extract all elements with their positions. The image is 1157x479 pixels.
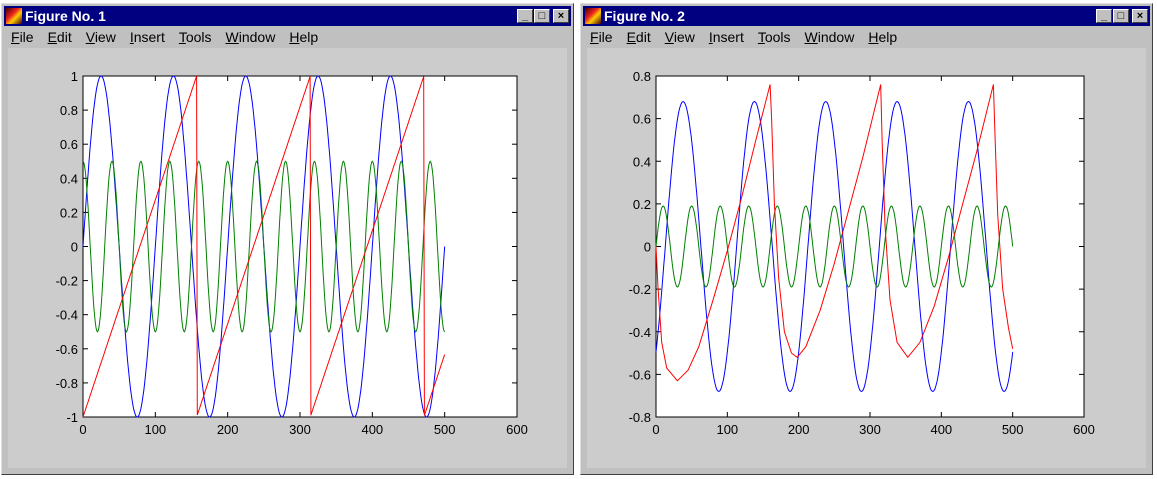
menu-view[interactable]: View — [79, 29, 123, 45]
x-tick-label: 300 — [859, 422, 881, 437]
matlab-icon — [585, 8, 601, 24]
menu-file[interactable]: File — [4, 29, 41, 45]
y-tick-label: 0.6 — [633, 112, 651, 127]
maximize-button[interactable]: □ — [1113, 9, 1129, 23]
menu-insert[interactable]: Insert — [702, 29, 751, 45]
menu-edit[interactable]: Edit — [620, 29, 658, 45]
menu-window[interactable]: Window — [798, 29, 862, 45]
matlab-icon — [6, 8, 22, 24]
minimize-button[interactable]: _ — [517, 9, 533, 23]
x-tick-label: 0 — [652, 422, 659, 437]
menu-help[interactable]: Help — [282, 29, 325, 45]
window-title: Figure No. 1 — [25, 8, 106, 24]
x-tick-label: 400 — [361, 422, 383, 437]
menu-help[interactable]: Help — [861, 29, 904, 45]
x-tick-label: 400 — [930, 422, 952, 437]
x-tick-label: 200 — [217, 422, 239, 437]
plot-axes-2: 0 100 200 300 400 500 600 -0.8 -0.6 -0.4 -0.2 0 0.2 0… — [629, 69, 1095, 437]
title-bar[interactable]: Figure No. 2 _ □ × — [583, 6, 1150, 26]
figure-window-1: Figure No. 1 _ □ × File Edit View Insert… — [1, 3, 574, 475]
x-tick-label: 100 — [716, 422, 738, 437]
y-tick-label: -1 — [66, 410, 78, 425]
close-button[interactable]: × — [553, 9, 569, 23]
menu-file[interactable]: File — [583, 29, 620, 45]
y-tick-label: -0.6 — [629, 367, 651, 382]
menu-view[interactable]: View — [658, 29, 702, 45]
x-tick-label: 200 — [788, 422, 810, 437]
y-tick-label: 0.8 — [633, 69, 651, 84]
title-bar[interactable]: Figure No. 1 _ □ × — [4, 6, 571, 26]
y-tick-label: 0.6 — [60, 137, 78, 152]
menu-tools[interactable]: Tools — [172, 29, 219, 45]
minimize-button[interactable]: _ — [1096, 9, 1112, 23]
menu-edit[interactable]: Edit — [41, 29, 79, 45]
x-tick-label: 300 — [289, 422, 311, 437]
menu-bar: File Edit View Insert Tools Window Help — [4, 27, 571, 47]
y-tick-label: 0 — [644, 240, 651, 255]
y-tick-label: -0.8 — [56, 376, 78, 391]
y-tick-label: -0.2 — [629, 282, 651, 297]
menu-tools[interactable]: Tools — [751, 29, 798, 45]
y-tick-label: -0.2 — [56, 274, 78, 289]
x-tick-label: 600 — [1073, 422, 1095, 437]
plot-axes-1: 0 100 200 300 400 500 600 -1 -0.8 -0.6 -0.4 -0.2 0 0.… — [56, 69, 528, 437]
figure-window-2: Figure No. 2 _ □ × File Edit View Insert… — [580, 3, 1153, 475]
y-tick-label: 1 — [71, 69, 78, 84]
close-button[interactable]: × — [1132, 9, 1148, 23]
y-tick-label: -0.4 — [56, 308, 78, 323]
x-tick-label: 500 — [1002, 422, 1024, 437]
figure-canvas: 0 100 200 300 400 500 600 -0.8 -0.6 -0.4 -0.2 0 0.2 0… — [587, 48, 1146, 468]
menu-insert[interactable]: Insert — [123, 29, 172, 45]
x-tick-label: 500 — [434, 422, 456, 437]
y-tick-label: -0.6 — [56, 342, 78, 357]
maximize-button[interactable]: □ — [534, 9, 550, 23]
x-tick-label: 600 — [506, 422, 528, 437]
figure-canvas: 0 100 200 300 400 500 600 -1 -0.8 -0.6 -0.4 -0.2 0 0.… — [8, 48, 567, 468]
y-tick-label: -0.8 — [629, 410, 651, 425]
x-tick-label: 0 — [79, 422, 86, 437]
x-tick-label: 100 — [144, 422, 166, 437]
y-tick-label: -0.4 — [629, 325, 651, 340]
menu-bar: File Edit View Insert Tools Window Help — [583, 27, 1150, 47]
window-title: Figure No. 2 — [604, 8, 685, 24]
y-tick-label: 0.4 — [60, 171, 78, 186]
y-tick-label: 0.8 — [60, 103, 78, 118]
y-tick-label: 0.4 — [633, 154, 651, 169]
y-tick-label: 0 — [71, 240, 78, 255]
menu-window[interactable]: Window — [219, 29, 283, 45]
y-tick-label: 0.2 — [60, 205, 78, 220]
y-tick-label: 0.2 — [633, 197, 651, 212]
